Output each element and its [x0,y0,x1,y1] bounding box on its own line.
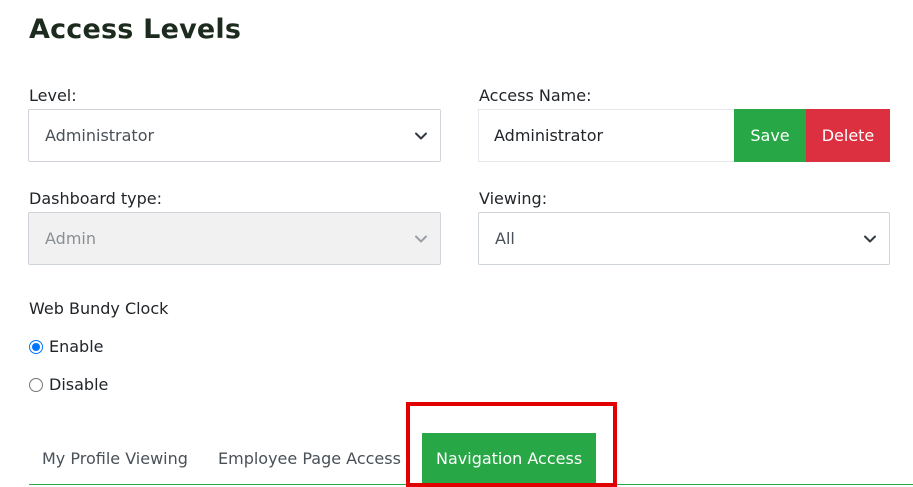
viewing-select[interactable]: All [478,212,890,265]
disable-radio[interactable] [29,377,43,392]
access-name-label: Access Name: [479,86,592,105]
chevron-down-icon [414,129,428,143]
level-select[interactable]: Administrator [28,109,441,162]
level-label: Level: [29,86,77,105]
tab-employee-page-access[interactable]: Employee Page Access [218,433,401,484]
dashboard-type-label: Dashboard type: [29,189,163,208]
access-name-value: Administrator [494,126,604,145]
access-name-input[interactable]: Administrator [478,109,735,162]
dashboard-type-select: Admin [28,212,441,265]
disable-radio-option[interactable]: Disable [29,375,108,394]
dashboard-type-value: Admin [45,229,96,248]
delete-button[interactable]: Delete [806,109,890,162]
access-levels-page: Access Levels Level: Administrator Acces… [0,0,913,487]
viewing-label: Viewing: [479,189,548,208]
highlight-annotation-box [406,402,617,487]
page-title: Access Levels [29,14,242,45]
enable-radio-option[interactable]: Enable [29,337,104,356]
level-select-value: Administrator [45,126,155,145]
web-bundy-clock-label: Web Bundy Clock [29,299,169,318]
enable-radio[interactable] [29,339,43,354]
enable-radio-label: Enable [49,337,104,356]
chevron-down-icon [863,232,877,246]
disable-radio-label: Disable [49,375,109,394]
tab-my-profile-viewing[interactable]: My Profile Viewing [42,433,188,484]
viewing-select-value: All [495,229,515,248]
chevron-down-icon [414,232,428,246]
save-button[interactable]: Save [734,109,806,162]
